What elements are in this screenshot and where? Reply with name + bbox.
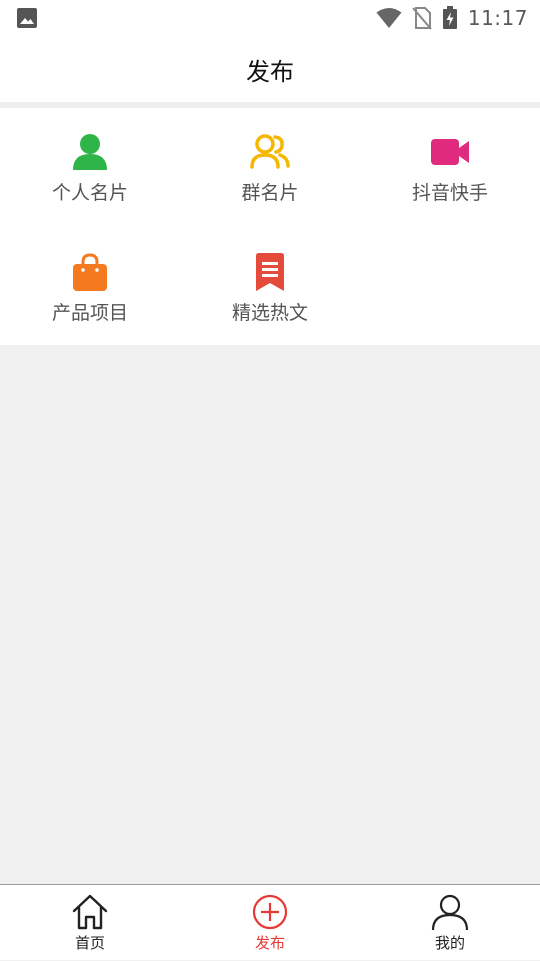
nav-item-home[interactable]: 首页 xyxy=(0,885,180,961)
clock: 11:17 xyxy=(467,6,528,30)
content-area xyxy=(0,345,540,884)
nav-item-mine[interactable]: 我的 xyxy=(360,885,540,961)
group-icon xyxy=(250,134,290,169)
grid-item-featured-articles[interactable]: 精选热文 xyxy=(180,228,360,338)
user-icon xyxy=(431,894,469,931)
status-icons: 11:17 xyxy=(366,5,528,31)
grid-item-douyin-kuaishou[interactable]: 抖音快手 xyxy=(360,108,540,218)
grid-item-label: 产品项目 xyxy=(51,302,128,324)
nav-label: 发布 xyxy=(254,934,285,952)
nav-label: 我的 xyxy=(434,934,465,952)
grid-item-label: 精选热文 xyxy=(231,302,308,324)
wifi-icon xyxy=(376,8,402,28)
person-icon xyxy=(73,134,107,170)
video-camera-icon xyxy=(431,139,469,165)
add-circle-icon xyxy=(252,894,288,930)
grid-item-personal-card[interactable]: 个人名片 xyxy=(0,108,180,218)
article-bookmark-icon xyxy=(256,253,284,291)
battery-charging-icon xyxy=(442,6,457,29)
grid-item-group-card[interactable]: 群名片 xyxy=(180,108,360,218)
status-bar: 11:17 xyxy=(0,0,540,36)
grid-item-label: 抖音快手 xyxy=(411,182,488,204)
bottom-nav: 首页 发布 我的 xyxy=(0,884,540,960)
grid-item-product-project[interactable]: 产品项目 xyxy=(0,228,180,338)
home-icon xyxy=(72,894,108,930)
publish-options-grid: 个人名片 群名片 抖音快手 产品项目 精选热文 xyxy=(0,108,540,345)
header: 发布 xyxy=(0,36,540,102)
shopping-bag-icon xyxy=(73,253,107,291)
grid-item-label: 个人名片 xyxy=(51,182,128,204)
grid-item-label: 群名片 xyxy=(241,182,299,204)
gallery-icon xyxy=(17,8,37,28)
no-sim-icon xyxy=(412,7,432,30)
nav-item-publish[interactable]: 发布 xyxy=(180,885,360,961)
page-title: 发布 xyxy=(246,57,294,86)
nav-label: 首页 xyxy=(74,934,105,952)
